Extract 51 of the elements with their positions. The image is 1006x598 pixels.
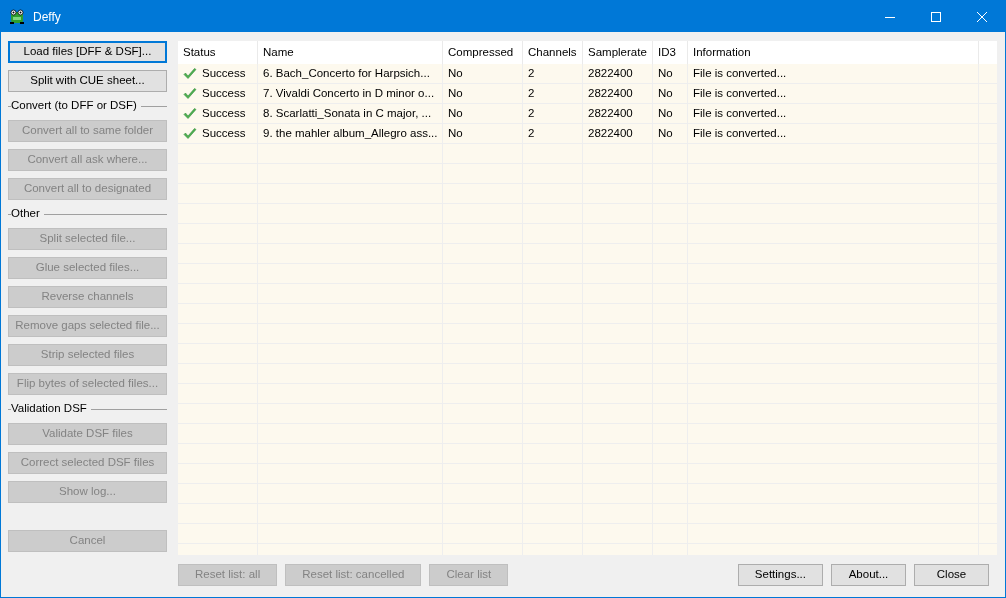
action-button[interactable]: Close <box>914 564 989 586</box>
close-icon[interactable] <box>977 11 987 22</box>
window-title: Deffy <box>33 8 61 26</box>
group-label: Validation DSF <box>11 401 87 417</box>
table-cell-text: 8. Scarlatti_Sonata in C major, ... <box>263 105 432 121</box>
column-header[interactable]: Name <box>263 43 294 62</box>
column-header[interactable]: ID3 <box>658 43 676 62</box>
table-cell-text: 2 <box>528 65 535 81</box>
column-header[interactable]: Channels <box>528 43 577 62</box>
column-header[interactable]: Samplerate <box>588 43 647 62</box>
table-cell-text: 9. the mahler album_Allegro ass... <box>263 125 438 141</box>
table-cell-text: No <box>658 65 673 81</box>
table-cell-text: 2822400 <box>588 105 633 121</box>
check-icon <box>183 107 197 120</box>
group-label: Convert (to DFF or DSF) <box>11 98 137 114</box>
column-header[interactable]: Compressed <box>448 43 514 62</box>
action-button[interactable]: About... <box>831 564 906 586</box>
table-cell-text: Success <box>202 105 246 121</box>
table-cell-text: No <box>658 125 673 141</box>
table-cell-text: File is converted... <box>693 125 787 141</box>
table-cell-text: No <box>658 105 673 121</box>
frog-icon <box>9 8 25 25</box>
column-header[interactable]: Information <box>693 43 751 62</box>
table-cell-text: 7. Vivaldi Concerto in D minor o... <box>263 85 435 101</box>
table-cell-text: 2 <box>528 105 535 121</box>
column-header[interactable]: Status <box>183 43 216 62</box>
table-cell-text: File is converted... <box>693 65 787 81</box>
table-cell-text: 2822400 <box>588 85 633 101</box>
table-cell-text: 2 <box>528 85 535 101</box>
table-cell-text: 2 <box>528 125 535 141</box>
sidebar-button[interactable]: Load files [DFF & DSF]... <box>8 41 167 63</box>
check-icon <box>183 67 197 80</box>
table-cell-text: 2822400 <box>588 65 633 81</box>
table-cell-text: No <box>448 125 463 141</box>
table-cell-text: No <box>448 85 463 101</box>
table-cell-text: Success <box>202 85 246 101</box>
sidebar-button[interactable]: Split with CUE sheet... <box>8 70 167 92</box>
table-cell-text: File is converted... <box>693 85 787 101</box>
table-cell-text: Success <box>202 125 246 141</box>
table-cell-text: Success <box>202 65 246 81</box>
check-icon <box>183 127 197 140</box>
table-cell-text: No <box>658 85 673 101</box>
table-cell-text: No <box>448 65 463 81</box>
table-cell-text: No <box>448 105 463 121</box>
table-cell-text: File is converted... <box>693 105 787 121</box>
action-button[interactable]: Settings... <box>737 564 823 586</box>
table-cell-text: 6. Bach_Concerto for Harpsich... <box>263 65 430 81</box>
table-cell-text: 2822400 <box>588 125 633 141</box>
check-icon <box>183 87 197 100</box>
maximize-icon[interactable] <box>931 11 941 22</box>
group-label: Other <box>11 206 40 222</box>
